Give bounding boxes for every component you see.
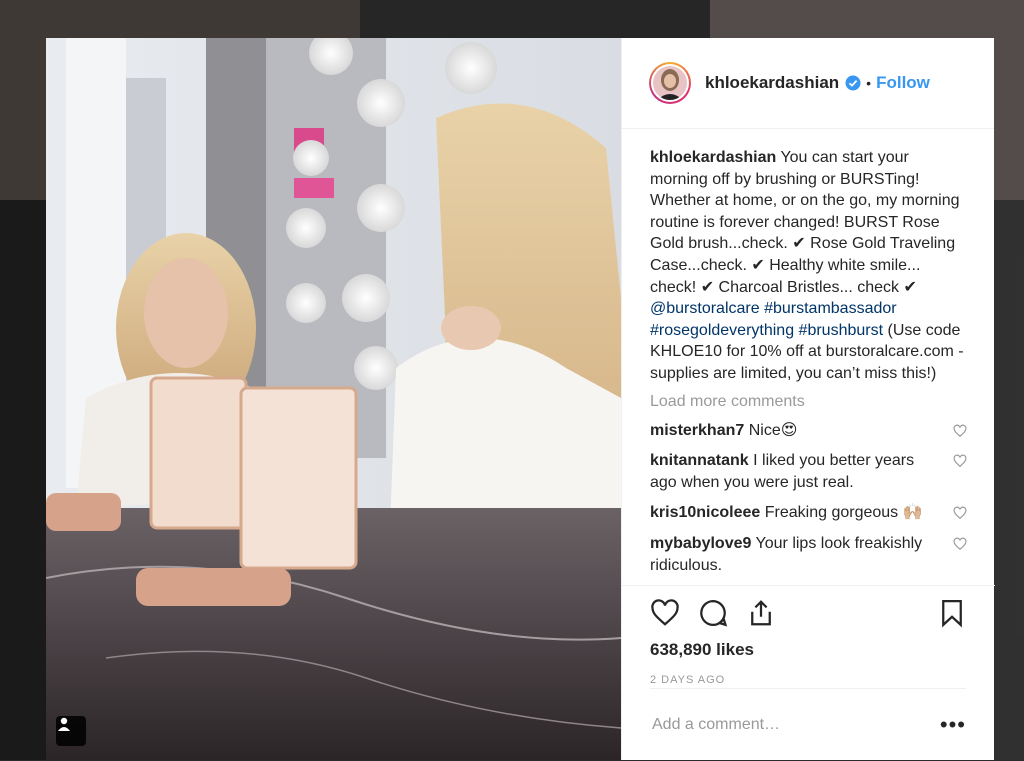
comment-text: Freaking gorgeous 🙌🏼 bbox=[760, 504, 923, 522]
post-header: khloekardashian • Follow bbox=[622, 38, 994, 129]
comments-section: khloekardashian You can start your morni… bbox=[622, 129, 995, 584]
follow-button[interactable]: Follow bbox=[876, 73, 930, 93]
post-image bbox=[46, 38, 621, 760]
comment-username[interactable]: misterkhan7 bbox=[650, 422, 744, 439]
more-options-icon[interactable]: ••• bbox=[940, 712, 966, 738]
likes-count[interactable]: 638,890 likes bbox=[650, 640, 967, 660]
add-comment-input[interactable] bbox=[650, 715, 940, 735]
comment-item: knitannatank I liked you better years ag… bbox=[650, 450, 967, 493]
comment-text: Nice😍 bbox=[744, 421, 798, 439]
comment-item: misterkhan7 Nice😍 bbox=[650, 420, 967, 442]
post-timestamp[interactable]: 2 DAYS AGO bbox=[650, 674, 967, 686]
action-icon-row bbox=[650, 586, 967, 640]
comment-like-heart-icon[interactable] bbox=[953, 424, 967, 438]
post-side-panel: khloekardashian • Follow khloekardashian… bbox=[621, 38, 995, 761]
comment-like-heart-icon[interactable] bbox=[953, 537, 967, 551]
caption-text: You can start your morning off by brushi… bbox=[650, 149, 960, 296]
post-photo[interactable] bbox=[46, 38, 621, 760]
comment-username[interactable]: kris10nicoleee bbox=[650, 504, 760, 521]
caption-username[interactable]: khloekardashian bbox=[650, 149, 776, 166]
bookmark-icon[interactable] bbox=[937, 598, 967, 628]
comment-item: kris10nicoleee Freaking gorgeous 🙌🏼 bbox=[650, 502, 967, 524]
comment-username[interactable]: mybabylove9 bbox=[650, 535, 751, 552]
comment-icon[interactable] bbox=[698, 598, 728, 628]
share-icon[interactable] bbox=[746, 598, 776, 628]
comment-like-heart-icon[interactable] bbox=[953, 506, 967, 520]
caption-hashtag-link[interactable]: #burstambassador bbox=[764, 300, 897, 317]
post-modal: khloekardashian • Follow khloekardashian… bbox=[46, 38, 995, 761]
caption-mention-link[interactable]: @burstoralcare bbox=[650, 300, 760, 317]
avatar-image bbox=[653, 66, 687, 100]
verified-badge-icon bbox=[845, 75, 861, 91]
post-username[interactable]: khloekardashian bbox=[705, 73, 839, 93]
avatar[interactable] bbox=[649, 62, 691, 104]
header-separator: • bbox=[866, 75, 872, 91]
user-tag-icon bbox=[58, 717, 70, 731]
load-more-comments-button[interactable]: Load more comments bbox=[650, 393, 967, 411]
caption-hashtag-link[interactable]: #rosegoldeverything bbox=[650, 322, 794, 339]
heart-icon[interactable] bbox=[650, 598, 680, 628]
post-caption: khloekardashian You can start your morni… bbox=[650, 147, 967, 385]
comment-like-heart-icon[interactable] bbox=[953, 454, 967, 468]
post-actions: 638,890 likes 2 DAYS AGO bbox=[622, 585, 995, 686]
comment-username[interactable]: knitannatank bbox=[650, 452, 749, 469]
comment-item: mybabylove9 Your lips look freakishly ri… bbox=[650, 533, 967, 576]
add-comment-bar: ••• bbox=[650, 688, 966, 761]
caption-hashtag-link[interactable]: #brushburst bbox=[799, 322, 884, 339]
tag-people-button[interactable] bbox=[56, 716, 86, 746]
